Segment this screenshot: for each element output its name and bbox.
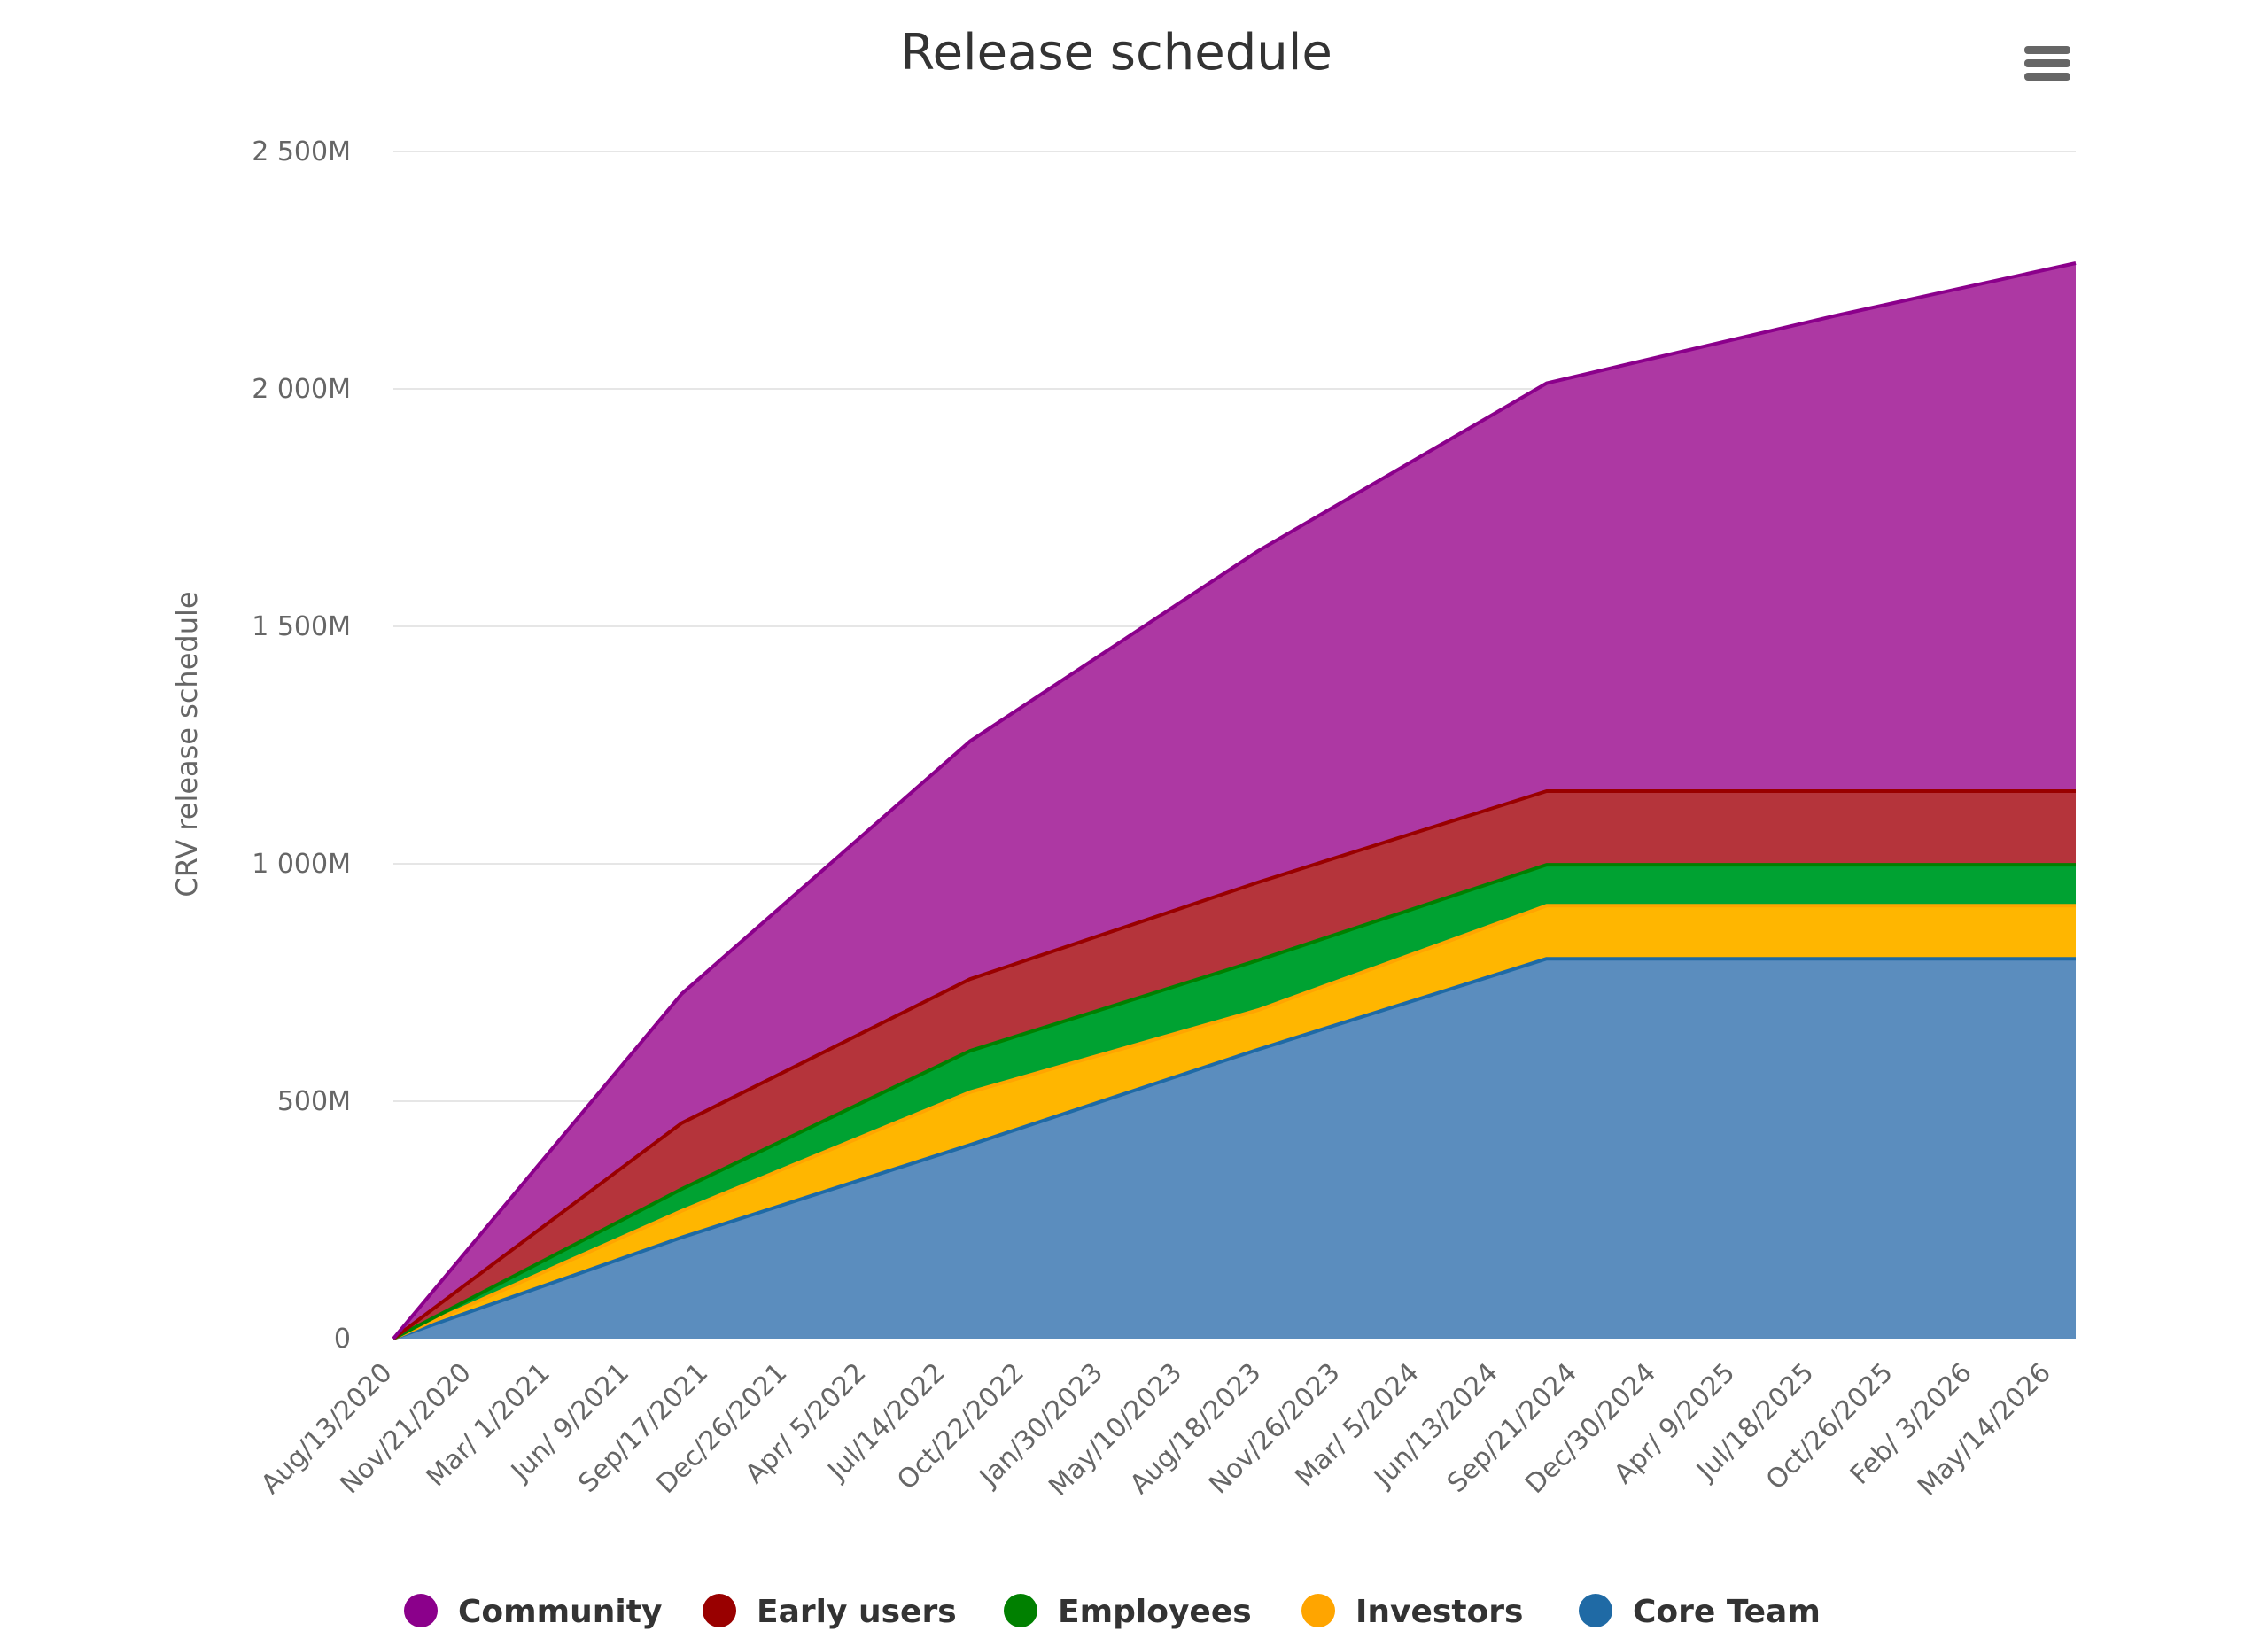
legend-label: Investors bbox=[1355, 1594, 1523, 1630]
legend-label: Core Team bbox=[1633, 1594, 1821, 1630]
legend-marker bbox=[1004, 1594, 1037, 1627]
y-tick-label: 2 500M bbox=[252, 136, 351, 167]
legend-marker bbox=[404, 1594, 438, 1627]
legend-marker bbox=[1301, 1594, 1335, 1627]
release-schedule-chart: Release schedule CRV release schedule 0 5… bbox=[170, 24, 2082, 1630]
legend-item-core-team[interactable]: Core Team bbox=[1579, 1594, 1821, 1630]
chart-context-menu-button[interactable] bbox=[2011, 31, 2082, 93]
legend-label: Employees bbox=[1058, 1594, 1252, 1630]
legend-item-early-users[interactable]: Early users bbox=[703, 1594, 957, 1630]
chart-title: Release schedule bbox=[900, 24, 1332, 82]
hamburger-menu-icon bbox=[2024, 46, 2070, 81]
legend: Community Early users Employees Investors Co… bbox=[404, 1594, 1821, 1630]
legend-label: Community bbox=[458, 1594, 662, 1630]
legend-marker bbox=[703, 1594, 736, 1627]
y-tick-label: 1 000M bbox=[252, 849, 351, 880]
legend-item-investors[interactable]: Investors bbox=[1301, 1594, 1523, 1630]
y-tick-label: 0 bbox=[334, 1324, 351, 1355]
legend-item-employees[interactable]: Employees bbox=[1004, 1594, 1252, 1630]
y-tick-label: 2 000M bbox=[252, 374, 351, 405]
stacked-areas bbox=[392, 261, 2077, 1340]
y-axis-ticks: 0 500M 1 000M 1 500M 2 000M 2 500M bbox=[252, 136, 351, 1355]
y-tick-label: 500M bbox=[277, 1086, 351, 1117]
y-tick-label: 1 500M bbox=[252, 611, 351, 642]
y-axis-title: CRV release schedule bbox=[170, 591, 204, 897]
legend-label: Early users bbox=[757, 1594, 957, 1630]
x-axis-ticks: Aug/13/2020Nov/21/2020Mar/ 1/2021Jun/ 9/… bbox=[255, 1357, 2057, 1503]
legend-marker bbox=[1579, 1594, 1612, 1627]
legend-item-community[interactable]: Community bbox=[404, 1594, 662, 1630]
